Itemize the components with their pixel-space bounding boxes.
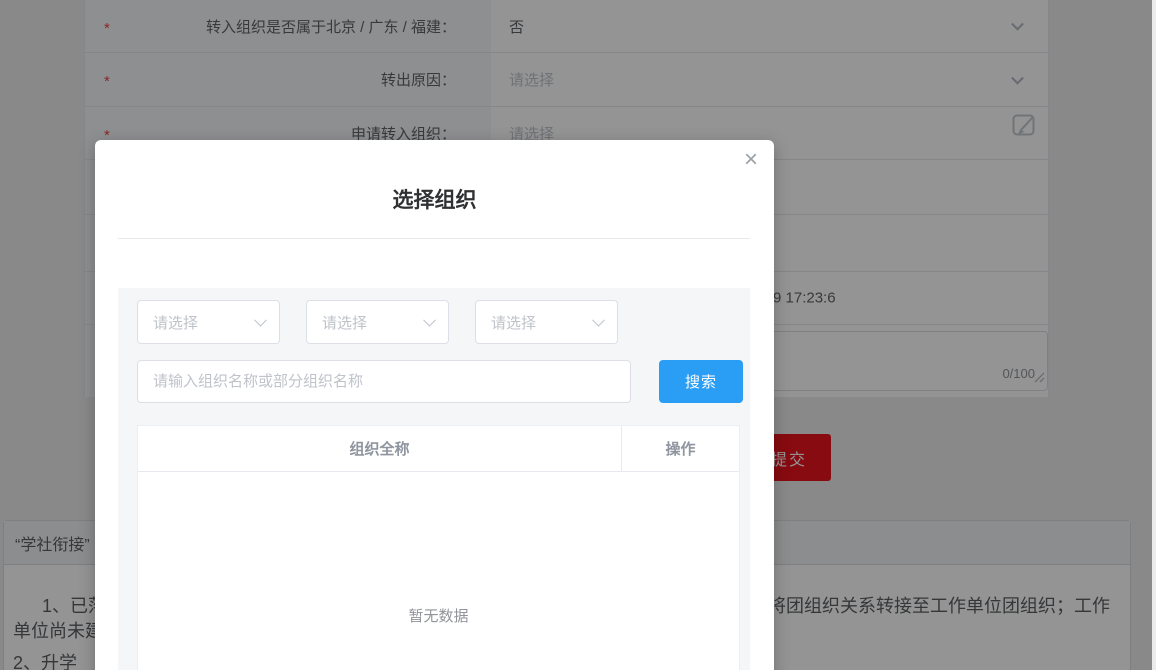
column-header-org-name: 组织全称 [138,426,622,471]
page: * 转入组织是否属于北京 / 广东 / 福建： 否 * 转出原因： 请选择 * … [0,0,1156,670]
search-button[interactable]: 搜索 [659,360,743,403]
scrollbar[interactable] [1152,0,1156,670]
column-header-action: 操作 [665,441,696,458]
org-filter-panel: 请选择 请选择 请选择 搜索 组织全称 操作 暂无数据 [118,288,750,670]
org-result-table: 组织全称 操作 暂无数据 [137,425,740,670]
table-header: 组织全称 操作 [138,426,739,472]
select-org-modal: × 选择组织 请选择 请选择 请选择 搜索 组织全称 操作 [95,140,774,670]
city-select[interactable]: 请选择 [306,300,449,344]
modal-title: 选择组织 [392,189,477,212]
divider [118,238,750,239]
city-select-placeholder: 请选择 [322,314,368,332]
province-select[interactable]: 请选择 [137,300,280,344]
chevron-down-icon [254,313,267,327]
org-search-input[interactable] [137,360,631,403]
close-icon[interactable]: × [744,148,758,172]
district-select-placeholder: 请选择 [491,314,537,332]
district-select[interactable]: 请选择 [475,300,618,344]
empty-state-text: 暂无数据 [408,608,469,625]
chevron-down-icon [592,313,605,327]
chevron-down-icon [423,313,436,327]
province-select-placeholder: 请选择 [153,314,199,332]
